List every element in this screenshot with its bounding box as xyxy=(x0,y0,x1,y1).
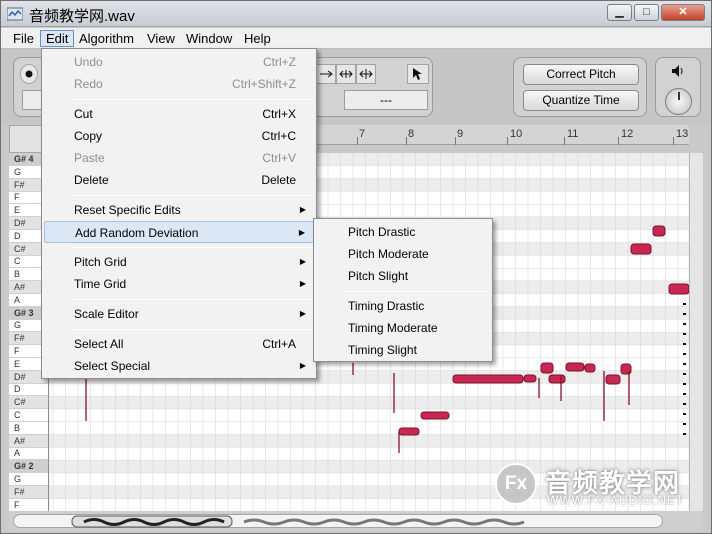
window-title: 音频教学网.wav xyxy=(29,8,135,25)
app-icon xyxy=(7,7,23,21)
watermark-badge: Fx xyxy=(495,463,537,505)
submenu-item-timing-moderate[interactable]: Timing Moderate xyxy=(316,317,490,339)
menu-separator xyxy=(344,291,488,292)
speaker-icon xyxy=(672,65,683,77)
watermark-logo: Fx 音频教学网 WWW.FX-AUDIO.NET xyxy=(495,461,695,509)
menu-separator xyxy=(72,99,314,100)
volume-knob[interactable] xyxy=(665,88,692,115)
note-blob[interactable] xyxy=(652,225,666,237)
move-tool-icon[interactable] xyxy=(356,64,376,84)
correct-pitch-button[interactable]: Correct Pitch xyxy=(523,64,639,85)
note-blob[interactable] xyxy=(548,374,566,384)
menu-view[interactable]: View xyxy=(142,30,180,47)
scissors-tool-icon[interactable] xyxy=(336,64,356,84)
close-button[interactable]: ✕ xyxy=(661,4,705,21)
submenu-item-pitch-drastic[interactable]: Pitch Drastic xyxy=(316,221,490,243)
piano-key[interactable]: A xyxy=(9,447,48,461)
menu-separator xyxy=(72,299,314,300)
submenu-item-timing-drastic[interactable]: Timing Drastic xyxy=(316,295,490,317)
right-field[interactable]: --- xyxy=(344,90,428,110)
note-blob[interactable] xyxy=(584,363,596,373)
ruler-label: 8 xyxy=(408,128,415,140)
minimize-button[interactable]: ▁ xyxy=(607,4,632,21)
menu-bar: File Edit Algorithm View Window Help xyxy=(1,28,711,49)
menu-item-paste[interactable]: Paste Ctrl+V xyxy=(44,147,314,169)
record-icon[interactable] xyxy=(20,64,38,84)
menu-item-undo[interactable]: Undo Ctrl+Z xyxy=(44,51,314,73)
ruler-label: 9 xyxy=(457,128,464,140)
piano-key[interactable]: F xyxy=(9,499,48,511)
menu-item-delete[interactable]: Delete Delete xyxy=(44,169,314,191)
stretch-tool-icon[interactable] xyxy=(316,64,336,84)
vertical-scrollbar[interactable] xyxy=(689,153,703,511)
menu-item-copy[interactable]: Copy Ctrl+C xyxy=(44,125,314,147)
piano-key[interactable]: G# 2 xyxy=(9,460,48,474)
menu-edit[interactable]: Edit xyxy=(40,30,75,47)
ruler-label: 12 xyxy=(621,128,634,140)
piano-key[interactable]: G xyxy=(9,473,48,486)
piano-key[interactable]: C xyxy=(9,409,48,422)
piano-key[interactable]: F# xyxy=(9,485,48,499)
pointer-tool-icon[interactable] xyxy=(407,64,429,84)
piano-key[interactable]: B xyxy=(9,422,48,435)
menu-separator xyxy=(72,329,314,330)
menu-item-add-random-deviation[interactable]: Add Random Deviation ▶ xyxy=(44,221,314,243)
menu-item-cut[interactable]: Cut Ctrl+X xyxy=(44,103,314,125)
note-blob[interactable] xyxy=(630,243,652,255)
menu-item-redo[interactable]: Redo Ctrl+Shift+Z xyxy=(44,73,314,95)
menu-item-scale-editor[interactable]: Scale Editor ▶ xyxy=(44,303,314,325)
piano-key[interactable]: C# xyxy=(9,396,48,410)
menu-separator xyxy=(72,247,314,248)
piano-key[interactable]: D xyxy=(9,383,48,397)
overview-track[interactable] xyxy=(13,514,663,528)
menu-separator xyxy=(72,195,314,196)
note-blob[interactable] xyxy=(668,283,689,295)
note-blob[interactable] xyxy=(565,362,585,372)
app-window: 音频教学网.wav ▁ □ ✕ File Edit Algorithm View… xyxy=(0,0,712,534)
menu-algorithm[interactable]: Algorithm xyxy=(74,30,139,47)
menu-item-select-special[interactable]: Select Special ▶ xyxy=(44,355,314,377)
note-blob[interactable] xyxy=(605,374,621,385)
menu-help[interactable]: Help xyxy=(239,30,276,47)
waveform-overview xyxy=(71,515,525,528)
ruler-label: 11 xyxy=(567,128,579,140)
volume-panel xyxy=(655,57,701,117)
menu-item-pitch-grid[interactable]: Pitch Grid ▶ xyxy=(44,251,314,273)
menu-window[interactable]: Window xyxy=(181,30,237,47)
submenu-item-pitch-slight[interactable]: Pitch Slight xyxy=(316,265,490,287)
random-deviation-submenu: Pitch Drastic Pitch Moderate Pitch Sligh… xyxy=(313,218,493,362)
ruler-label: 7 xyxy=(359,128,366,140)
overview-scrollbar[interactable] xyxy=(9,511,703,531)
note-blob[interactable] xyxy=(398,427,420,436)
note-blob[interactable] xyxy=(523,374,537,383)
menu-item-select-all[interactable]: Select All Ctrl+A xyxy=(44,333,314,355)
quantize-time-button[interactable]: Quantize Time xyxy=(523,90,639,111)
ruler-label: 10 xyxy=(510,128,523,140)
piano-key[interactable]: A# xyxy=(9,434,48,448)
menu-item-time-grid[interactable]: Time Grid ▶ xyxy=(44,273,314,295)
submenu-item-pitch-moderate[interactable]: Pitch Moderate xyxy=(316,243,490,265)
ruler-label: 13 xyxy=(676,128,689,140)
edit-menu: Undo Ctrl+Z Redo Ctrl+Shift+Z Cut Ctrl+X Co… xyxy=(41,48,317,379)
menu-file[interactable]: File xyxy=(8,30,39,47)
title-bar: 音频教学网.wav ▁ □ ✕ xyxy=(1,1,711,27)
note-blob[interactable] xyxy=(452,374,524,384)
submenu-item-timing-slight[interactable]: Timing Slight xyxy=(316,339,490,361)
menu-item-reset-specific-edits[interactable]: Reset Specific Edits ▶ xyxy=(44,199,314,221)
watermark-url: WWW.FX-AUDIO.NET xyxy=(547,493,685,507)
note-blob[interactable] xyxy=(420,411,450,420)
maximize-button[interactable]: □ xyxy=(634,4,659,21)
correction-panel: Correct Pitch Quantize Time xyxy=(513,57,647,117)
note-blob[interactable] xyxy=(540,362,554,374)
